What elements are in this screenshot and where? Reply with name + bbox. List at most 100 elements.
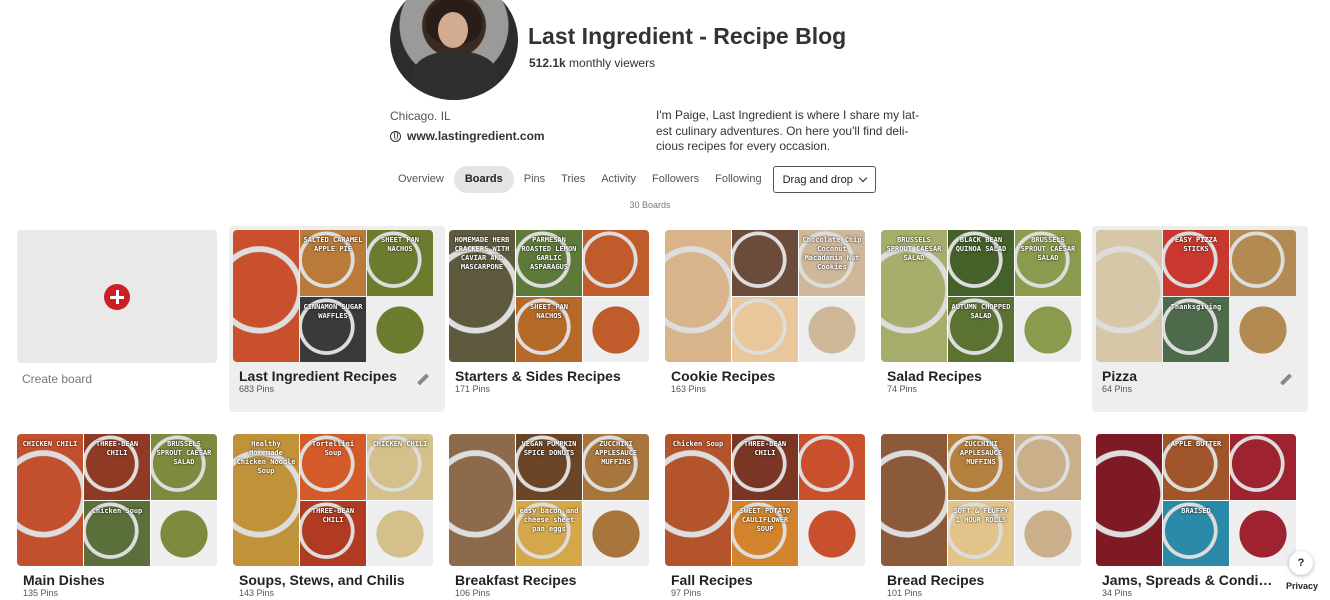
privacy-link[interactable]: Privacy [1284,580,1321,592]
board-title[interactable]: Last Ingredient Recipes [239,368,419,384]
chevron-down-icon [858,173,868,183]
board-cover-image [583,297,649,362]
create-board-tile[interactable] [17,230,217,363]
board-card[interactable]: SALTED CARAMEL APPLE PIE SHEET PAN NACHOS… [229,226,445,412]
create-board-label[interactable]: Create board [22,372,92,386]
board-title[interactable]: Bread Recipes [887,572,1067,588]
board-card[interactable]: BRUSSELS SPROUT CAESAR SALAD BLACK BEAN Q… [877,226,1093,412]
board-title[interactable]: Jams, Spreads & Condime... [1102,572,1282,588]
board-collage[interactable]: SALTED CARAMEL APPLE PIE SHEET PAN NACHOS… [233,230,433,362]
tab-pins[interactable]: Pins [516,166,553,193]
board-cover-image: SHEET PAN NACHOS [367,230,433,296]
board-cover-image: VEGAN PUMPKIN SPICE DONUTS [516,434,582,500]
board-cover-image: BRUSSELS SPROUT CAESAR SALAD [151,434,217,500]
board-cover-image: HOMEMADE HERB CRACKERS WITH CAVIAR AND M… [449,230,515,362]
sort-dropdown[interactable]: Drag and drop [772,166,876,193]
help-button[interactable]: ? [1289,551,1313,575]
board-card[interactable]: Healthy Homemade Chicken Noodle Soup Tort… [229,430,445,600]
website-link[interactable]: www.lastingredient.com [407,129,545,143]
board-cover-image [367,501,433,566]
board-cover-image: EASY PIZZA STICKS [1163,230,1229,296]
board-pin-count: 171 Pins [455,384,491,394]
board-title[interactable]: Soups, Stews, and Chilis [239,572,419,588]
avatar-face [438,12,468,48]
board-card[interactable]: Chocolate Chip Coconut Macadamia Nut Coo… [661,226,877,412]
board-cover-image [1230,501,1296,566]
board-collage[interactable]: CHICKEN CHILI THREE-BEAN CHILI BRUSSELS SP… [17,434,217,566]
board-cover-image [233,230,299,362]
image-overlay-text: BRUSSELS SPROUT CAESAR SALAD [156,440,212,466]
viewers-label: monthly viewers [569,56,656,70]
image-overlay-text: BRUSSELS SPROUT CAESAR SALAD [886,236,942,262]
board-cover-image: PARMESAN ROASTED LEMON GARLIC ASPARAGUS [516,230,582,296]
board-collage[interactable]: HOMEMADE HERB CRACKERS WITH CAVIAR AND M… [449,230,649,362]
board-cover-image [583,501,649,566]
board-collage[interactable]: Chocolate Chip Coconut Macadamia Nut Coo… [665,230,865,362]
board-pin-count: 106 Pins [455,588,491,598]
image-overlay-text: Healthy Homemade Chicken Noodle Soup [236,440,296,475]
board-collage[interactable]: ZUCCHINI APPLESAUCE MUFFINS SOFT & FLUFFY… [881,434,1081,566]
board-collage[interactable]: BRUSSELS SPROUT CAESAR SALAD BLACK BEAN Q… [881,230,1081,362]
board-title[interactable]: Salad Recipes [887,368,1067,384]
board-title[interactable]: Cookie Recipes [671,368,851,384]
board-card[interactable]: EASY PIZZA STICKS Thanksgiving Pizza 64 Pin… [1092,226,1308,412]
board-cover-image: SOFT & FLUFFY 1 HOUR ROLLS [948,501,1014,566]
board-title[interactable]: Starters & Sides Recipes [455,368,635,384]
profile-avatar[interactable] [390,0,518,100]
profile-tabs: Overview Boards Pins Tries Activity Foll… [390,166,876,193]
board-collage[interactable]: Chicken Soup THREE-BEAN CHILI SWEET POTATO… [665,434,865,566]
profile-location: Chicago. IL [390,109,451,123]
board-card[interactable]: HOMEMADE HERB CRACKERS WITH CAVIAR AND M… [445,226,661,412]
tab-overview[interactable]: Overview [390,166,452,193]
tab-following[interactable]: Following [707,166,769,193]
tab-tries[interactable]: Tries [553,166,593,193]
tab-boards[interactable]: Boards [453,166,514,193]
image-overlay-text: easy bacon and cheese sheet pan eggs [519,507,579,533]
image-overlay-text: BLACK BEAN QUINOA SALAD [955,236,1007,253]
image-overlay-text: SHEET PAN NACHOS [381,236,419,253]
profile-bio: I'm Paige, Last Ingredient is where I sh… [656,108,920,153]
board-cover-image: Chicken Soup [665,434,731,566]
board-title[interactable]: Breakfast Recipes [455,572,635,588]
board-card[interactable]: VEGAN PUMPKIN SPICE DONUTS ZUCCHINI APPLE… [445,430,661,600]
board-cover-image [583,230,649,296]
edit-pencil-icon[interactable] [1280,374,1292,386]
board-pin-count: 101 Pins [887,588,923,598]
board-card[interactable]: Chicken Soup THREE-BEAN CHILI SWEET POTATO… [661,430,877,600]
board-cover-image: THREE-BEAN CHILI [732,434,798,500]
board-collage[interactable]: VEGAN PUMPKIN SPICE DONUTS ZUCCHINI APPLE… [449,434,649,566]
board-card[interactable]: CHICKEN CHILI THREE-BEAN CHILI BRUSSELS SP… [13,430,229,600]
image-overlay-text: SHEET PAN NACHOS [530,303,568,320]
board-pin-count: 74 Pins [887,384,918,394]
board-card[interactable]: ZUCCHINI APPLESAUCE MUFFINS SOFT & FLUFFY… [877,430,1093,600]
add-icon[interactable] [104,284,130,310]
board-cover-image [1015,434,1081,500]
board-pin-count: 135 Pins [23,588,59,598]
edit-pencil-icon[interactable] [417,374,429,386]
board-cover-image: CINNAMON SUGAR WAFFLES [300,297,366,362]
image-overlay-text: EASY PIZZA STICKS [1174,236,1218,253]
board-title[interactable]: Fall Recipes [671,572,851,588]
board-cover-image [799,297,865,362]
board-cover-image [367,297,433,362]
board-collage[interactable]: EASY PIZZA STICKS Thanksgiving [1096,230,1296,362]
image-overlay-text: CHICKEN CHILI [22,440,78,448]
tab-activity[interactable]: Activity [593,166,644,193]
image-overlay-text: THREE-BEAN CHILI [95,440,139,457]
board-cover-image [881,434,947,566]
board-cover-image: ZUCCHINI APPLESAUCE MUFFINS [583,434,649,500]
board-pin-count: 97 Pins [671,588,702,598]
board-cover-image [1230,230,1296,296]
profile-website[interactable]: www.lastingredient.com [390,129,545,143]
image-overlay-text: Chicken Soup [672,440,724,448]
board-cover-image: SALTED CARAMEL APPLE PIE [300,230,366,296]
board-collage[interactable]: APPLE BUTTER BRAISED [1096,434,1296,566]
image-overlay-text: APPLE BUTTER [1170,440,1222,448]
board-cover-image [1015,501,1081,566]
board-title[interactable]: Main Dishes [23,572,203,588]
tab-followers[interactable]: Followers [644,166,707,193]
board-card[interactable]: APPLE BUTTER BRAISED Jams, Spreads & Condi… [1092,430,1308,600]
board-cover-image: CHICKEN CHILI [367,434,433,500]
board-title[interactable]: Pizza [1102,368,1282,384]
board-collage[interactable]: Healthy Homemade Chicken Noodle Soup Tort… [233,434,433,566]
